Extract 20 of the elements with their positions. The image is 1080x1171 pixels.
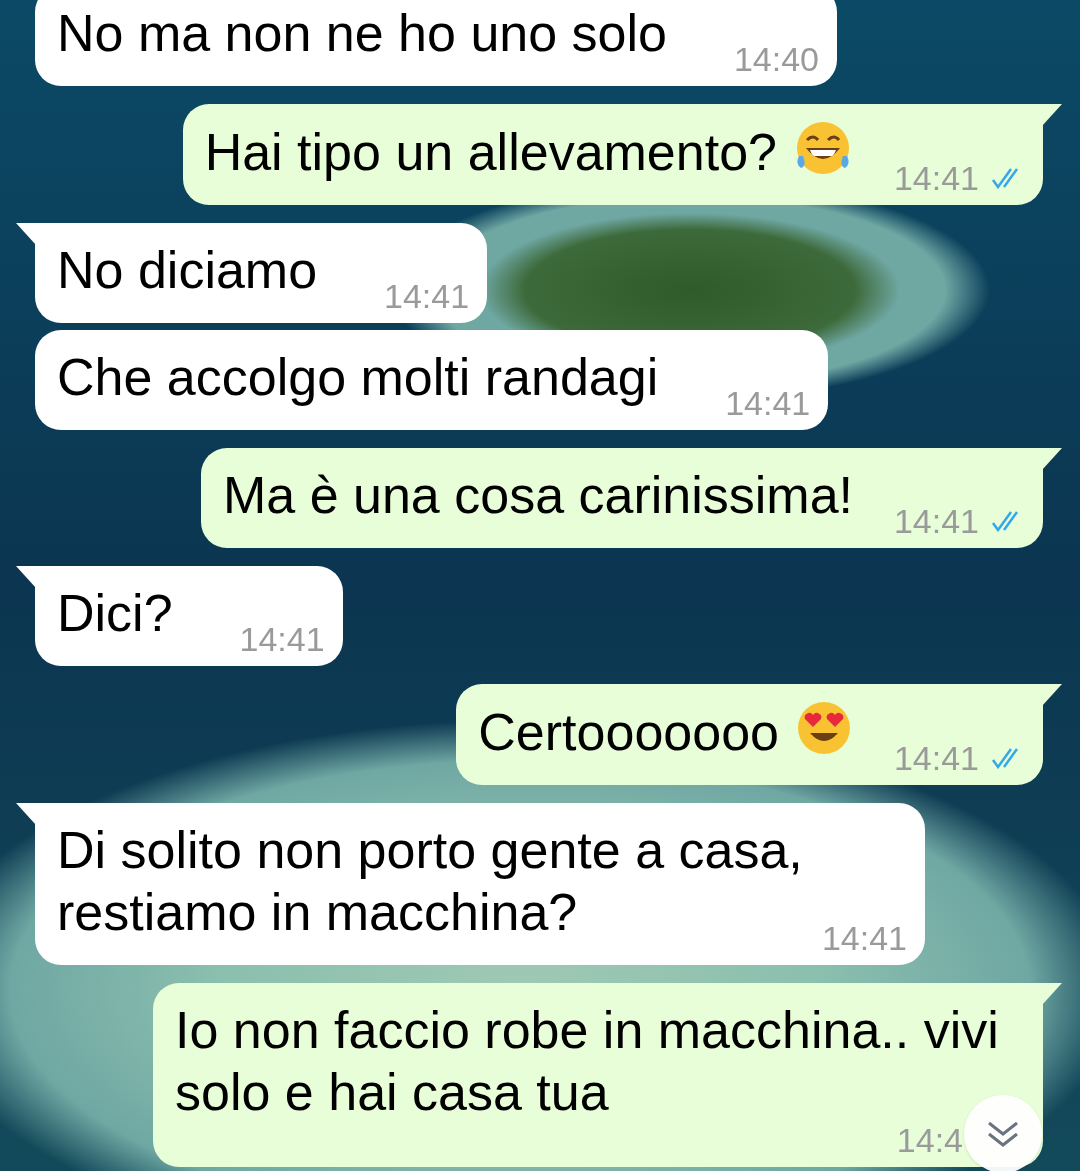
message-time: 14:41 <box>893 161 979 195</box>
message-text: Ma è una cosa carinissima! <box>222 466 853 524</box>
message-time: 14:4 <box>896 1123 963 1157</box>
message-time: 14:41 <box>725 386 811 420</box>
message-time: 14:41 <box>893 741 979 775</box>
message-text: Hai tipo un allevamento? <box>204 123 777 181</box>
message-text: Dici? <box>57 584 173 642</box>
message-text: No ma non ne ho uno solo <box>57 4 667 62</box>
message-time: 14:41 <box>893 504 979 538</box>
message-time: 14:41 <box>239 622 325 656</box>
message-time: 14:40 <box>733 42 819 76</box>
message-text: Di solito non porto gente a casa, restiamo in macchina? <box>57 821 803 941</box>
message-text: Io non faccio robe in macchina.. vivi solo e hai casa tua <box>175 1001 999 1121</box>
message-text: No diciamo <box>57 241 318 299</box>
heart-eyes-face-icon <box>795 700 853 756</box>
double-chevron-down-icon <box>986 1119 1020 1149</box>
message-text: Certooooooo <box>478 703 779 761</box>
message-time: 14:41 <box>384 279 470 313</box>
message-time: 14:41 <box>821 921 907 955</box>
message-text: Che accolgo molti randagi <box>57 348 659 406</box>
